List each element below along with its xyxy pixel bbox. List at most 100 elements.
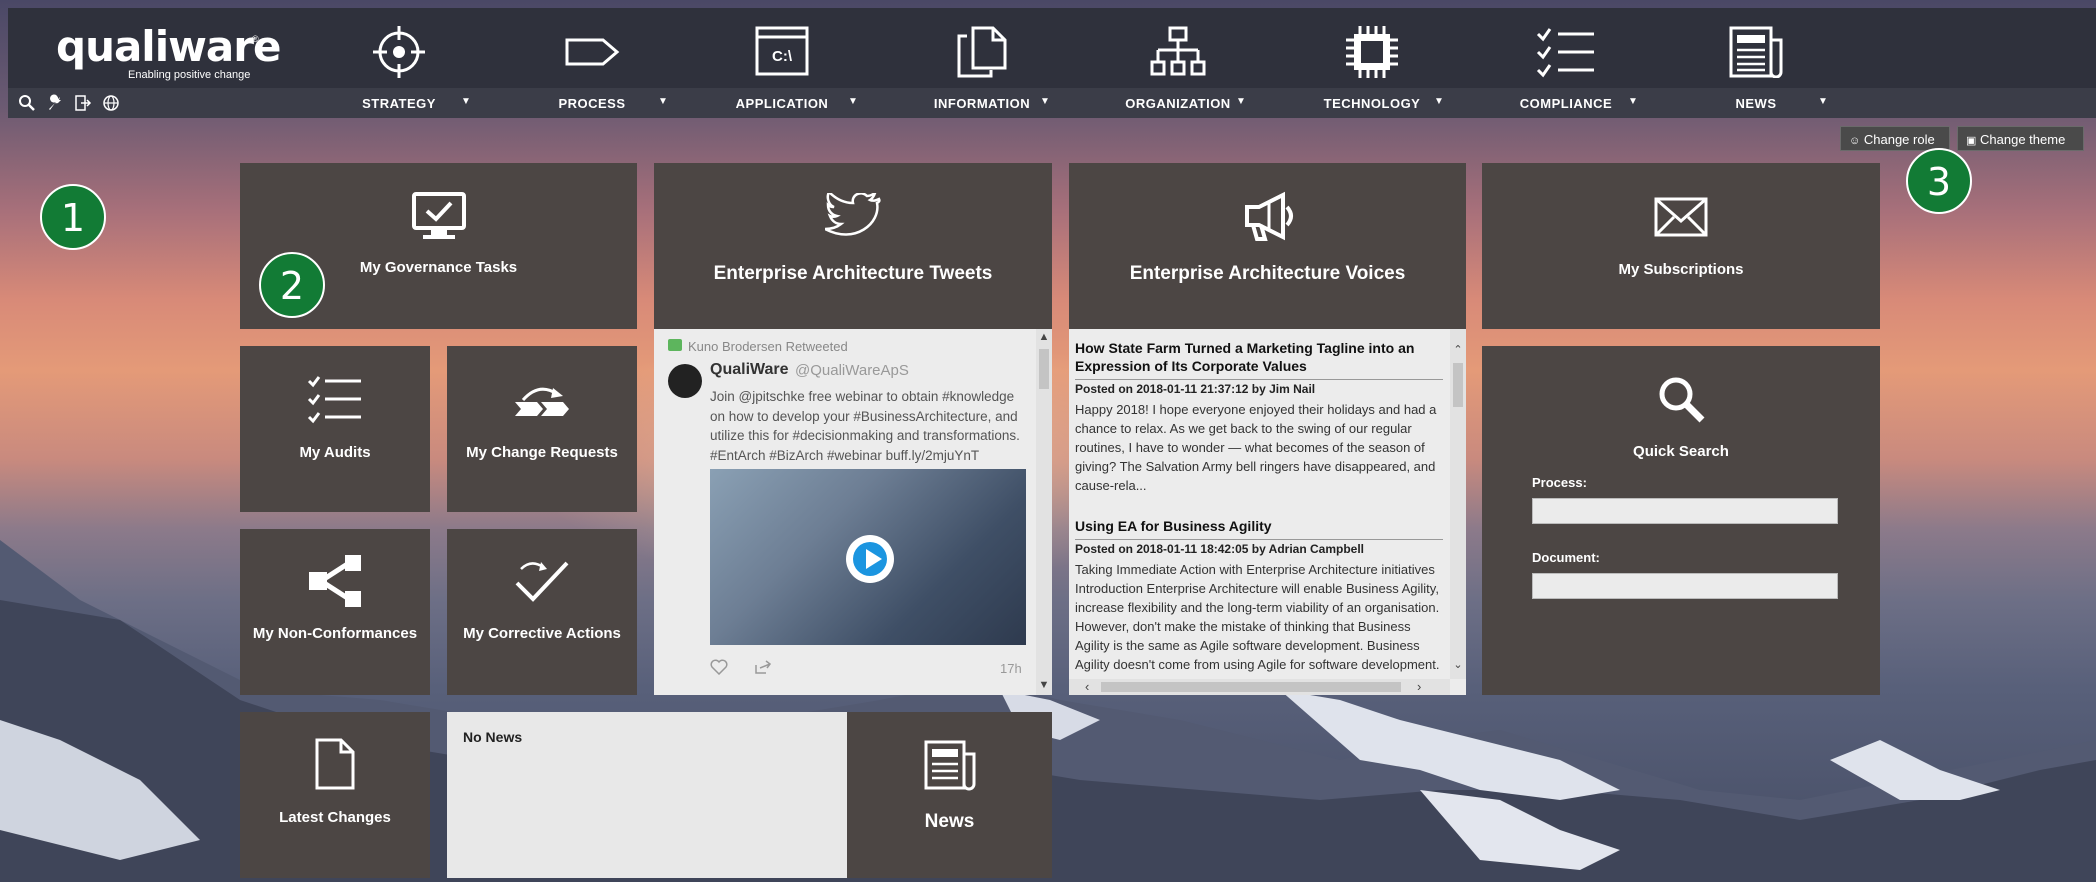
change-request-icon bbox=[515, 387, 569, 416]
voice-article[interactable]: Using EA for Business Agility Posted on … bbox=[1075, 517, 1443, 675]
share-nodes-icon bbox=[309, 555, 361, 607]
chevron-down-icon: ▼ bbox=[1628, 96, 1638, 107]
process-label: Process: bbox=[1532, 475, 1587, 490]
tile-my-change-requests[interactable]: My Change Requests bbox=[447, 346, 637, 512]
chevron-down-icon: ▼ bbox=[1236, 96, 1246, 107]
chevron-down-icon: ▼ bbox=[1818, 96, 1828, 107]
voices-horizontal-scrollbar[interactable]: ‹ › bbox=[1069, 679, 1450, 695]
top-navigation-bar: qualiware ® Enabling positive change STR… bbox=[8, 8, 2096, 118]
nav-compliance[interactable]: COMPLIANCE ▼ bbox=[1486, 8, 1646, 118]
corrective-check-icon bbox=[515, 561, 569, 602]
nav-organization-label: ORGANIZATION bbox=[1125, 96, 1231, 111]
scroll-right-icon[interactable]: › bbox=[1417, 679, 1421, 694]
qualiware-logo[interactable]: qualiware ® Enabling positive change bbox=[56, 22, 281, 82]
logout-icon[interactable] bbox=[74, 94, 92, 112]
nav-information[interactable]: INFORMATION ▼ bbox=[902, 8, 1062, 118]
document-icon bbox=[315, 738, 355, 790]
tile-my-corrective-actions[interactable]: My Corrective Actions bbox=[447, 529, 637, 695]
nav-news[interactable]: NEWS ▼ bbox=[1676, 8, 1836, 118]
nav-news-label: NEWS bbox=[1735, 96, 1777, 111]
tweet-author-handle[interactable]: @QualiWareApS bbox=[795, 362, 909, 379]
scrollbar-thumb[interactable] bbox=[1039, 349, 1049, 389]
chevron-down-icon: ▼ bbox=[1434, 96, 1444, 107]
scroll-up-icon[interactable]: ⌃ bbox=[1450, 343, 1466, 356]
scrollbar-thumb[interactable] bbox=[1101, 682, 1401, 692]
tile-my-non-conformances[interactable]: My Non-Conformances bbox=[240, 529, 430, 695]
document-label: Document: bbox=[1532, 550, 1600, 565]
nav-strategy[interactable]: STRATEGY ▼ bbox=[319, 8, 479, 118]
ea-voices-title: Enterprise Architecture Voices bbox=[1129, 263, 1406, 284]
quick-search-title: Quick Search bbox=[1633, 443, 1729, 460]
my-corrective-actions-label: My Corrective Actions bbox=[463, 625, 621, 642]
avatar[interactable] bbox=[668, 364, 702, 398]
voices-feed-panel[interactable]: How State Farm Turned a Marketing Taglin… bbox=[1069, 329, 1466, 695]
twitter-bird-icon bbox=[825, 193, 881, 236]
voice-article[interactable]: How State Farm Turned a Marketing Taglin… bbox=[1075, 339, 1443, 495]
my-change-requests-label: My Change Requests bbox=[466, 444, 618, 461]
org-chart-icon bbox=[1150, 26, 1206, 76]
nav-technology[interactable]: TECHNOLOGY ▼ bbox=[1292, 8, 1452, 118]
tweets-scrollbar[interactable]: ▲ ▼ bbox=[1036, 329, 1052, 695]
voice-article-meta: Posted on 2018-01-11 18:42:05 by Adrian … bbox=[1075, 539, 1443, 556]
voice-article-title[interactable]: Using EA for Business Agility bbox=[1075, 517, 1443, 535]
voices-article-list: How State Farm Turned a Marketing Taglin… bbox=[1075, 339, 1443, 675]
change-theme-label: Change theme bbox=[1980, 132, 2066, 147]
scroll-down-icon[interactable]: ▼ bbox=[1036, 679, 1052, 691]
image-icon: ▣ bbox=[1966, 135, 1977, 147]
tile-my-subscriptions[interactable]: My Subscriptions bbox=[1482, 163, 1880, 329]
chip-icon bbox=[1346, 26, 1398, 78]
monitor-check-icon bbox=[411, 192, 466, 239]
checklist-icon bbox=[307, 376, 361, 424]
scroll-down-icon[interactable]: ⌄ bbox=[1450, 658, 1466, 671]
chevron-down-icon: ▼ bbox=[461, 96, 471, 107]
tweets-feed-panel[interactable]: Kuno Brodersen Retweeted QualiWare @Qual… bbox=[654, 329, 1052, 695]
logo-wordmark: qualiware bbox=[56, 22, 281, 71]
voices-scrollbar[interactable]: ⌃ ⌄ bbox=[1450, 329, 1466, 679]
newspaper-icon bbox=[924, 740, 975, 791]
share-icon[interactable] bbox=[754, 659, 772, 675]
tweet-timestamp: 17h bbox=[1000, 661, 1022, 676]
nav-technology-label: TECHNOLOGY bbox=[1323, 96, 1421, 111]
annotation-badge-2: 2 bbox=[259, 252, 325, 318]
tweet-text: Join @jpitschke free webinar to obtain #… bbox=[710, 389, 1020, 463]
change-role-label: Change role bbox=[1863, 132, 1935, 147]
scrollbar-thumb[interactable] bbox=[1453, 363, 1463, 407]
nav-application-label: APPLICATION bbox=[735, 96, 829, 111]
play-icon[interactable] bbox=[846, 535, 894, 583]
console-icon-text: C:\ bbox=[772, 48, 793, 65]
tile-latest-changes[interactable]: Latest Changes bbox=[240, 712, 430, 878]
nav-process[interactable]: PROCESS ▼ bbox=[512, 8, 672, 118]
change-role-button[interactable]: ☺ Change role bbox=[1840, 126, 1950, 151]
logo-registered-mark: ® bbox=[252, 34, 259, 44]
heart-icon[interactable] bbox=[710, 659, 728, 675]
tile-ea-tweets[interactable]: Enterprise Architecture Tweets bbox=[654, 163, 1052, 329]
tweet-video-thumbnail[interactable] bbox=[710, 469, 1026, 645]
checklist-icon bbox=[1536, 28, 1594, 78]
tag-icon bbox=[565, 38, 620, 66]
voice-article-body: Taking Immediate Action with Enterprise … bbox=[1075, 562, 1440, 672]
process-search-input[interactable] bbox=[1532, 498, 1838, 524]
globe-icon[interactable] bbox=[102, 94, 120, 112]
no-news-text: No News bbox=[463, 729, 523, 745]
nav-application[interactable]: C:\ APPLICATION ▼ bbox=[702, 8, 862, 118]
change-theme-button[interactable]: ▣ Change theme bbox=[1957, 126, 2084, 151]
wrench-icon[interactable] bbox=[46, 94, 64, 112]
retweet-icon bbox=[668, 339, 682, 351]
search-icon[interactable] bbox=[18, 94, 36, 112]
tile-ea-voices[interactable]: Enterprise Architecture Voices bbox=[1069, 163, 1466, 329]
tile-quick-search: Quick Search Process: Document: bbox=[1482, 346, 1880, 695]
chevron-down-icon: ▼ bbox=[1040, 96, 1050, 107]
search-icon bbox=[1659, 377, 1705, 423]
scroll-left-icon[interactable]: ‹ bbox=[1085, 679, 1089, 694]
nav-compliance-label: COMPLIANCE bbox=[1519, 96, 1613, 111]
tile-news[interactable]: News bbox=[847, 712, 1052, 878]
tile-my-audits[interactable]: My Audits bbox=[240, 346, 430, 512]
megaphone-icon bbox=[1244, 191, 1293, 241]
voice-article-title[interactable]: How State Farm Turned a Marketing Taglin… bbox=[1075, 339, 1443, 375]
tweet-author-name[interactable]: QualiWare bbox=[710, 361, 789, 379]
scroll-up-icon[interactable]: ▲ bbox=[1036, 331, 1052, 343]
newspaper-icon bbox=[1729, 26, 1783, 78]
nav-organization[interactable]: ORGANIZATION ▼ bbox=[1098, 8, 1258, 118]
user-icon: ☺ bbox=[1849, 135, 1861, 147]
document-search-input[interactable] bbox=[1532, 573, 1838, 599]
